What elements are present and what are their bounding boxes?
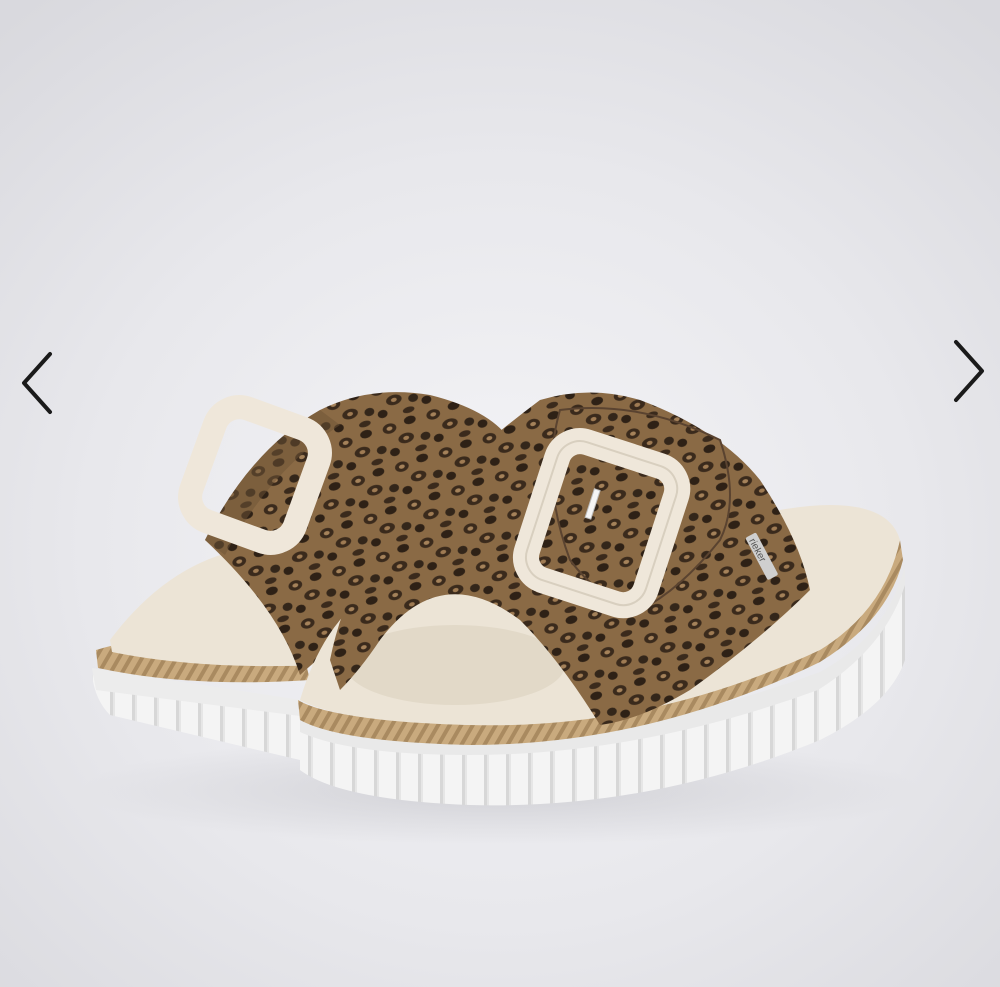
next-image-button[interactable]	[938, 331, 998, 411]
chevron-left-icon	[22, 352, 52, 414]
product-image: rieker	[80, 392, 920, 845]
product-image-gallery: rieker	[0, 0, 1000, 987]
previous-image-button[interactable]	[8, 343, 68, 423]
chevron-right-icon	[954, 340, 984, 402]
